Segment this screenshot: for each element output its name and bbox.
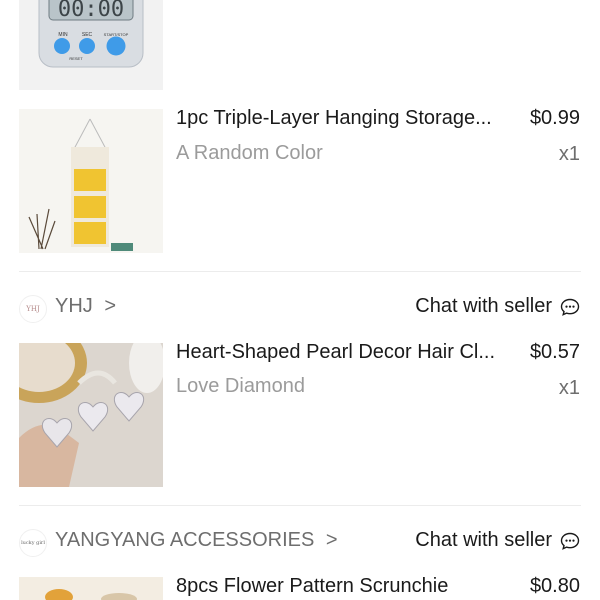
chat-label: Chat with seller [415, 529, 552, 551]
timer-display: 00:00 [58, 0, 124, 22]
timer-min-label: MIN [58, 32, 68, 38]
product-image-hairclip[interactable] [19, 343, 163, 487]
product-variant[interactable]: Love Diamond [176, 375, 305, 398]
hairclip-illustration [19, 343, 163, 487]
section-divider [19, 271, 581, 272]
timer-startstop-label: START/STOP [104, 32, 129, 37]
store-name-link[interactable]: YHJ > [55, 295, 116, 318]
chat-bubble-icon [560, 298, 580, 316]
product-title[interactable]: 8pcs Flower Pattern Scrunchie [176, 575, 448, 598]
product-quantity: x1 [558, 377, 580, 399]
section-divider [19, 505, 581, 506]
timer-sec-label: SEC [82, 32, 93, 38]
chat-label: Chat with seller [415, 295, 552, 317]
product-variant[interactable]: A Random Color [176, 142, 323, 165]
chat-bubble-icon [560, 532, 580, 550]
product-image-scrunchie[interactable] [19, 577, 163, 600]
timer-illustration: 00:00 MIN SEC START/STOP RESET [19, 0, 163, 90]
chat-with-seller-button[interactable]: Chat with seller [415, 529, 580, 552]
product-price: $0.80 [529, 575, 580, 597]
scrunchie-illustration [19, 577, 163, 600]
store-logo[interactable]: lucky girl [19, 529, 47, 557]
product-title[interactable]: 1pc Triple-Layer Hanging Storage... [176, 107, 492, 130]
storage-bag-illustration [19, 109, 163, 253]
store-name-link[interactable]: YANGYANG ACCESSORIES > [55, 529, 338, 552]
store-logo-text: lucky girl [21, 540, 45, 546]
timer-reset-label: RESET [69, 56, 83, 61]
chevron-right-icon: > [104, 295, 117, 317]
product-quantity: x1 [558, 143, 580, 165]
product-price: $0.99 [529, 107, 580, 129]
product-image-timer[interactable]: 00:00 MIN SEC START/STOP RESET [19, 0, 163, 90]
store-logo-text: YHJ [26, 305, 40, 313]
chevron-right-icon: > [325, 529, 338, 551]
product-price: $0.57 [529, 341, 580, 363]
chat-with-seller-button[interactable]: Chat with seller [415, 295, 580, 318]
store-name: YHJ [55, 295, 93, 317]
product-title[interactable]: Heart-Shaped Pearl Decor Hair Cl... [176, 341, 495, 364]
store-logo[interactable]: YHJ [19, 295, 47, 323]
product-image-storage[interactable] [19, 109, 163, 253]
store-name: YANGYANG ACCESSORIES [55, 529, 315, 551]
